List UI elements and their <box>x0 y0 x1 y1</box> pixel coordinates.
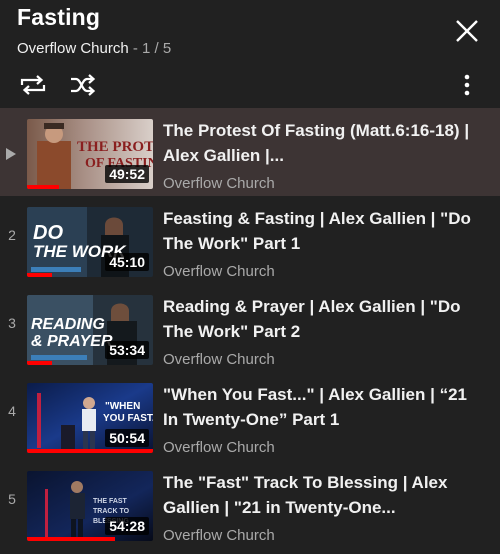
video-thumbnail[interactable]: "WHEN YOU FAST..." 50:54 <box>27 383 153 453</box>
watch-progress-bar <box>27 185 59 189</box>
video-duration: 50:54 <box>105 429 149 447</box>
video-title[interactable]: The Protest Of Fasting (Matt.6:16-18) | … <box>163 118 483 168</box>
video-channel: Overflow Church <box>163 527 275 544</box>
video-title[interactable]: Reading & Prayer | Alex Gallien | "Do Th… <box>163 294 483 344</box>
playlist-item[interactable]: 5 THE FAST TRACK TO BLESSING <box>0 460 500 548</box>
svg-text:"WHEN: "WHEN <box>105 401 140 412</box>
video-index: 2 <box>8 227 16 243</box>
video-title[interactable]: "When You Fast..." | Alex Gallien | “21 … <box>163 382 483 432</box>
watch-progress-bar <box>27 273 53 277</box>
svg-text:& PRAYER: & PRAYER <box>31 333 113 350</box>
video-index: 3 <box>8 315 16 331</box>
watch-progress-bar <box>27 449 153 453</box>
close-icon[interactable] <box>452 16 482 46</box>
video-channel: Overflow Church <box>163 263 275 280</box>
video-channel: Overflow Church <box>163 175 275 192</box>
svg-text:THE FAST: THE FAST <box>93 498 128 505</box>
more-vert-icon[interactable] <box>454 72 480 98</box>
video-duration: 53:34 <box>105 341 149 359</box>
playlist-item[interactable]: THE PROTEST OF FASTING 49:52 The Protest… <box>0 108 500 196</box>
video-thumbnail[interactable]: THE FAST TRACK TO BLESSING 54:28 <box>27 471 153 541</box>
video-duration: 45:10 <box>105 253 149 271</box>
playlist-position: - 1 / 5 <box>132 40 172 57</box>
video-duration: 54:28 <box>105 517 149 535</box>
svg-text:TRACK TO: TRACK TO <box>93 508 130 515</box>
now-playing-icon <box>6 148 16 160</box>
watch-progress-bar <box>27 537 116 541</box>
playlist-items: THE PROTEST OF FASTING 49:52 The Protest… <box>0 108 500 548</box>
playlist-item[interactable]: 2 DO THE WORK 45:10 Feasting & Fasting |… <box>0 196 500 284</box>
playlist-item[interactable]: 3 READING & PRAYER 53:34 Reading & Praye… <box>0 284 500 372</box>
video-index: 5 <box>8 491 16 507</box>
video-title[interactable]: Feasting & Fasting | Alex Gallien | "Do … <box>163 206 483 256</box>
video-thumbnail[interactable]: DO THE WORK 45:10 <box>27 207 153 277</box>
playlist-item[interactable]: 4 "WHEN YOU FAST..." <box>0 372 500 460</box>
video-duration: 49:52 <box>105 165 149 183</box>
svg-text:DO: DO <box>33 222 63 244</box>
video-thumbnail[interactable]: READING & PRAYER 53:34 <box>27 295 153 365</box>
video-title[interactable]: The "Fast" Track To Blessing | Alex Gall… <box>163 470 483 520</box>
svg-text:YOU FAST...": YOU FAST..." <box>103 413 153 424</box>
playlist-header: Fasting Overflow Church - 1 / 5 <box>0 0 500 108</box>
svg-text:THE PROTEST: THE PROTEST <box>77 139 153 155</box>
video-index: 4 <box>8 403 16 419</box>
shuffle-icon[interactable] <box>68 72 98 98</box>
watch-progress-bar <box>27 361 53 365</box>
playlist-owner[interactable]: Overflow Church <box>17 40 129 57</box>
video-thumbnail[interactable]: THE PROTEST OF FASTING 49:52 <box>27 119 153 189</box>
video-channel: Overflow Church <box>163 439 275 456</box>
loop-icon[interactable] <box>18 72 48 98</box>
video-channel: Overflow Church <box>163 351 275 368</box>
playlist-subtitle: Overflow Church - 1 / 5 <box>17 40 171 57</box>
playlist-title[interactable]: Fasting <box>17 4 100 31</box>
svg-text:READING: READING <box>31 316 105 333</box>
